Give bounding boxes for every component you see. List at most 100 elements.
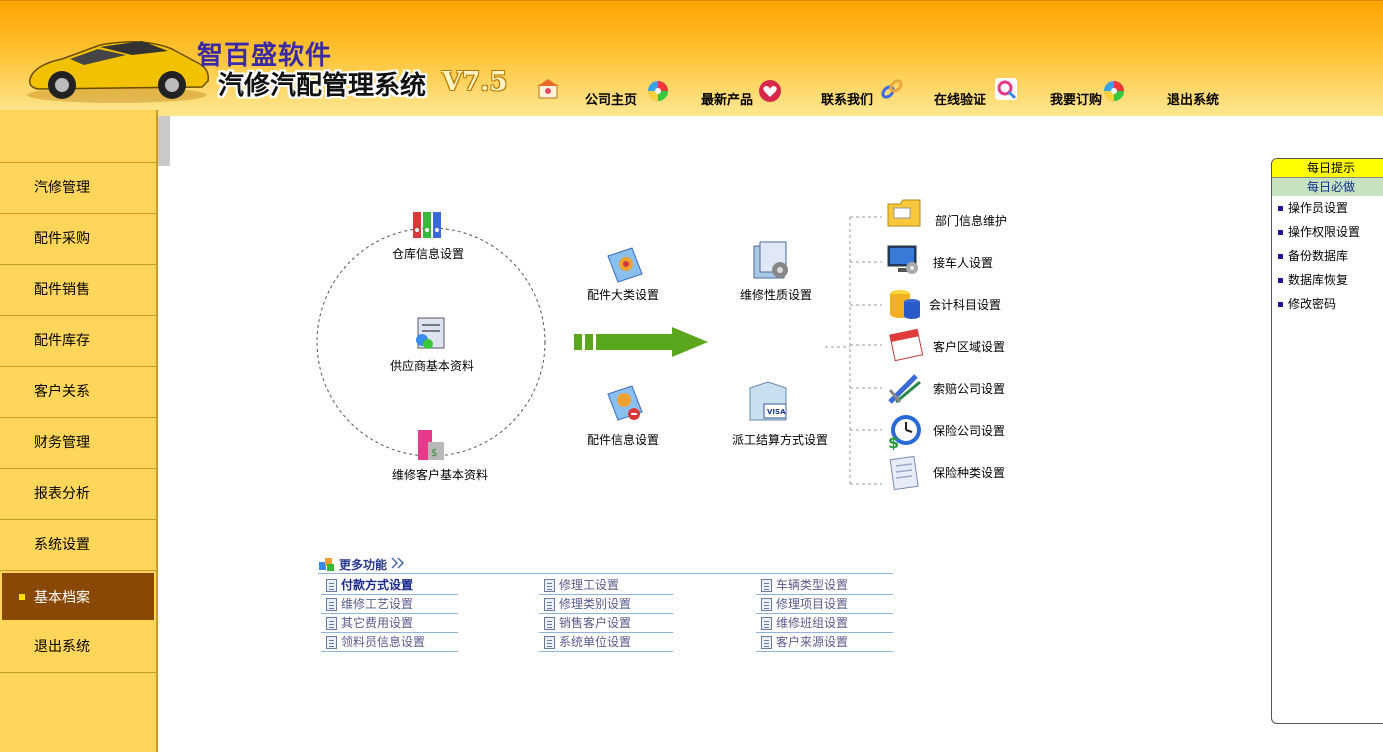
link-label: 付款方式设置 <box>341 578 414 592</box>
tip-label: 备份数据库 <box>1288 249 1349 263</box>
sidebar-item-repair[interactable]: 汽修管理 <box>0 163 156 214</box>
system-title: 汽修汽配管理系统 <box>218 71 427 101</box>
customer-source-link[interactable]: 客户来源设置 <box>756 633 893 652</box>
customer-book-icon[interactable]: $ <box>414 428 448 462</box>
sidebar-item-exit[interactable]: 退出系统 <box>0 622 156 673</box>
sidebar-item-basic-records[interactable]: 基本档案 <box>0 571 156 622</box>
sidebar-item-inventory[interactable]: 配件库存 <box>0 316 156 367</box>
repair-type-icon[interactable] <box>750 240 794 282</box>
app-header: 智百盛软件 汽修汽配管理系统 V7.5 公司主页 最新产品 联系我们 在线验证 … <box>0 0 1383 110</box>
document-icon <box>761 617 772 630</box>
document-icon <box>326 617 337 630</box>
claim-company-label[interactable]: 索赔公司设置 <box>933 380 1005 397</box>
repair-category-link[interactable]: 修理类别设置 <box>539 595 673 614</box>
house-icon[interactable] <box>536 77 560 101</box>
version-label: V7.5 <box>442 67 508 97</box>
link-label: 系统单位设置 <box>559 635 632 649</box>
supplier-info-label[interactable]: 供应商基本资料 <box>390 357 474 374</box>
tip-backup-database[interactable]: 备份数据库 <box>1272 244 1383 268</box>
sidebar-item-sales[interactable]: 配件销售 <box>0 265 156 316</box>
daily-must-do-header: 每日必做 <box>1272 178 1383 196</box>
payment-method-link[interactable]: 付款方式设置 <box>321 576 458 595</box>
more-functions-icon <box>319 558 334 571</box>
receiver-settings-label[interactable]: 接车人设置 <box>933 254 993 271</box>
insurance-company-label[interactable]: 保险公司设置 <box>933 422 1005 439</box>
system-unit-link[interactable]: 系统单位设置 <box>539 633 673 652</box>
daily-tips-panel: 每日提示 每日必做 操作员设置 操作权限设置 备份数据库 数据库恢复 修改密码 <box>1271 158 1383 724</box>
link-label: 车辆类型设置 <box>776 578 849 592</box>
svg-text:$: $ <box>431 448 437 459</box>
parts-category-label[interactable]: 配件大类设置 <box>587 286 659 303</box>
more-functions-title: 更多功能 <box>339 558 388 572</box>
document-icon <box>761 579 772 592</box>
nav-latest-products[interactable]: 最新产品 <box>701 89 753 108</box>
sports-car-logo <box>27 41 210 103</box>
sidebar-item-settings[interactable]: 系统设置 <box>0 520 156 571</box>
document-icon <box>761 598 772 611</box>
tip-label: 修改密码 <box>1288 297 1337 311</box>
document-icon <box>544 579 555 592</box>
colorwheel-icon[interactable] <box>646 79 670 103</box>
vehicle-type-link[interactable]: 车辆类型设置 <box>756 576 893 595</box>
clock-money-icon[interactable]: $ <box>886 412 924 450</box>
repair-type-label[interactable]: 维修性质设置 <box>740 286 812 303</box>
repair-item-link[interactable]: 修理项目设置 <box>756 595 893 614</box>
repair-team-link[interactable]: 维修班组设置 <box>756 614 893 633</box>
sidebar-item-customers[interactable]: 客户关系 <box>0 367 156 418</box>
tip-change-password[interactable]: 修改密码 <box>1272 292 1383 316</box>
link-label: 维修工艺设置 <box>341 597 414 611</box>
colorwheel-icon[interactable] <box>1102 79 1126 103</box>
tip-restore-database[interactable]: 数据库恢复 <box>1272 268 1383 292</box>
parts-category-icon[interactable] <box>604 244 646 284</box>
chain-icon[interactable] <box>880 77 904 101</box>
department-info-label[interactable]: 部门信息维护 <box>935 212 1007 229</box>
sidebar-spacer <box>0 110 156 163</box>
bullet-icon <box>1278 302 1283 307</box>
folder-icon[interactable] <box>886 196 922 230</box>
tip-operator-settings[interactable]: 操作员设置 <box>1272 196 1383 220</box>
repair-process-link[interactable]: 维修工艺设置 <box>321 595 458 614</box>
sales-customer-link[interactable]: 销售客户设置 <box>539 614 673 633</box>
tip-permission-settings[interactable]: 操作权限设置 <box>1272 220 1383 244</box>
link-label: 修理类别设置 <box>559 597 632 611</box>
other-fees-link[interactable]: 其它费用设置 <box>321 614 458 633</box>
binders-icon[interactable] <box>411 208 443 240</box>
drafting-tools-icon[interactable] <box>886 370 922 406</box>
svg-text:$: $ <box>888 433 899 450</box>
heart-icon[interactable] <box>758 79 782 103</box>
nav-order[interactable]: 我要订购 <box>1050 89 1102 108</box>
nav-online-verify[interactable]: 在线验证 <box>934 89 986 108</box>
insurance-type-label[interactable]: 保险种类设置 <box>933 464 1005 481</box>
monitor-icon[interactable] <box>886 242 922 278</box>
dispatch-settlement-icon[interactable]: VISA <box>746 380 790 424</box>
supplier-icon[interactable] <box>412 314 450 352</box>
nav-company-home[interactable]: 公司主页 <box>585 89 637 108</box>
nav-contact-us[interactable]: 联系我们 <box>821 89 873 108</box>
database-icon[interactable] <box>886 286 922 322</box>
link-label: 领料员信息设置 <box>341 635 426 649</box>
warehouse-settings-label[interactable]: 仓库信息设置 <box>392 245 464 262</box>
repair-customer-info-label[interactable]: 维修客户基本资料 <box>392 466 488 483</box>
accounting-subject-label[interactable]: 会计科目设置 <box>929 296 1001 313</box>
repairman-link[interactable]: 修理工设置 <box>539 576 673 595</box>
parts-info-label[interactable]: 配件信息设置 <box>587 431 659 448</box>
document-icon <box>544 617 555 630</box>
nav-exit-system[interactable]: 退出系统 <box>1167 89 1219 108</box>
document-icon <box>544 636 555 649</box>
double-chevron-right-icon[interactable] <box>391 557 405 569</box>
link-label: 修理项目设置 <box>776 597 849 611</box>
link-label: 销售客户设置 <box>559 616 632 630</box>
more-functions-divider <box>318 573 893 574</box>
sidebar-item-finance[interactable]: 财务管理 <box>0 418 156 469</box>
dispatch-settlement-label[interactable]: 派工结算方式设置 <box>732 431 828 448</box>
parts-info-icon[interactable] <box>604 382 646 424</box>
sidebar-item-purchase[interactable]: 配件采购 <box>0 214 156 265</box>
sidebar-item-reports[interactable]: 报表分析 <box>0 469 156 520</box>
document-icon <box>544 598 555 611</box>
calendar-icon[interactable] <box>888 326 924 362</box>
customer-region-label[interactable]: 客户区域设置 <box>933 338 1005 355</box>
magnifier-icon[interactable] <box>994 77 1018 101</box>
material-clerk-link[interactable]: 领料员信息设置 <box>321 633 458 652</box>
frame-corner <box>158 116 170 166</box>
notepad-icon[interactable] <box>886 454 922 492</box>
